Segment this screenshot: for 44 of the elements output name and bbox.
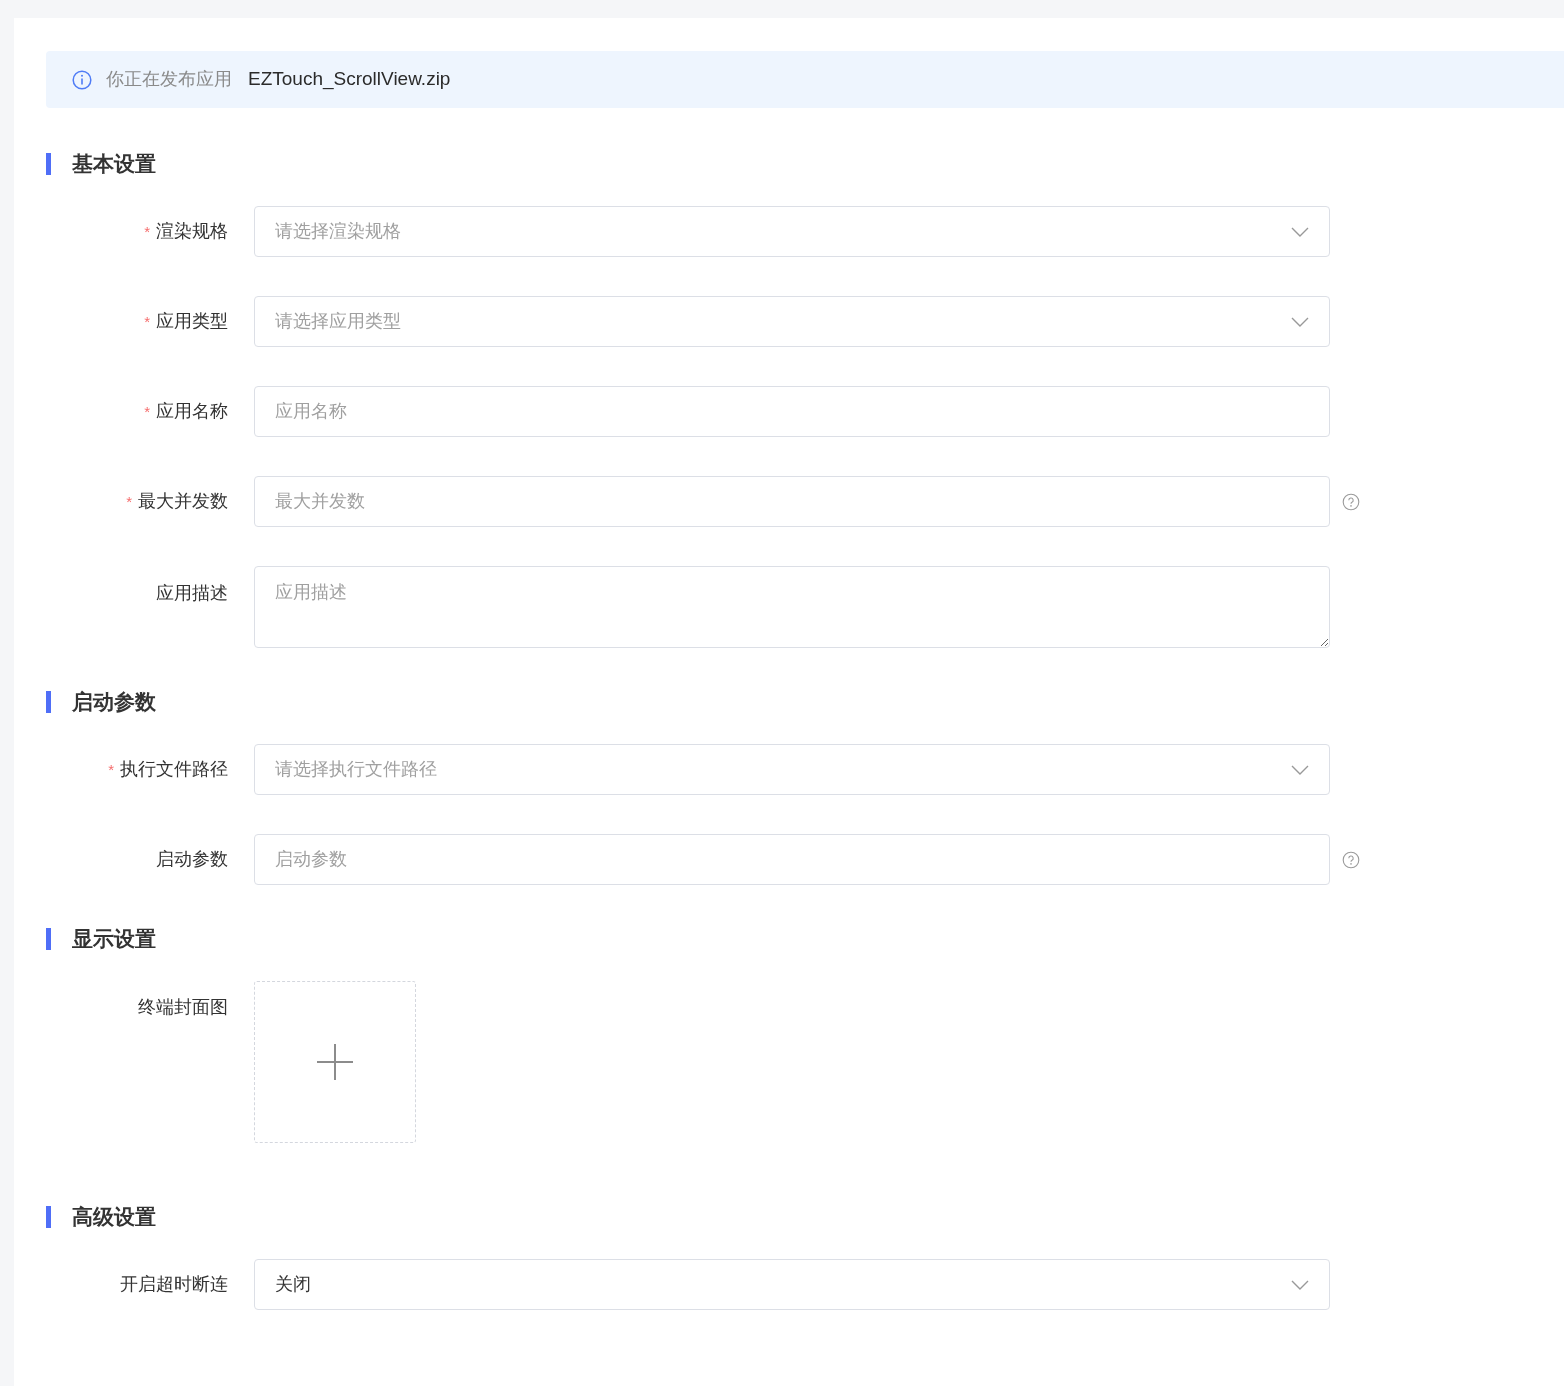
field-label: 启动参数	[156, 848, 228, 871]
required-asterisk: *	[144, 224, 150, 239]
select-value: 关闭	[275, 1273, 311, 1296]
section-marker	[46, 1206, 51, 1228]
plus-icon	[316, 1043, 354, 1081]
select-placeholder: 请选择执行文件路径	[275, 758, 437, 781]
field-label: 终端封面图	[138, 996, 228, 1019]
section-marker	[46, 691, 51, 713]
section-title: 基本设置	[72, 151, 156, 178]
section-title: 高级设置	[72, 1204, 156, 1231]
help-icon[interactable]	[1342, 850, 1360, 869]
chevron-down-icon	[1291, 764, 1309, 775]
help-icon[interactable]	[1342, 492, 1360, 511]
section-marker	[46, 928, 51, 950]
notice-text: 你正在发布应用	[106, 68, 232, 91]
field-label: 渲染规格	[156, 220, 228, 243]
field-label: 应用名称	[156, 400, 228, 423]
section-title: 显示设置	[72, 926, 156, 953]
select-field[interactable]: 请选择执行文件路径	[254, 744, 1330, 795]
field-label: 最大并发数	[138, 490, 228, 513]
select-placeholder: 请选择应用类型	[275, 310, 401, 333]
required-asterisk: *	[108, 762, 114, 777]
select-field[interactable]: 请选择应用类型	[254, 296, 1330, 347]
input-field[interactable]: 应用名称	[254, 386, 1330, 437]
input-field[interactable]: 最大并发数	[254, 476, 1330, 527]
required-asterisk: *	[126, 494, 132, 509]
chevron-down-icon	[1291, 226, 1309, 237]
required-asterisk: *	[144, 404, 150, 419]
chevron-down-icon	[1291, 316, 1309, 327]
required-asterisk: *	[144, 314, 150, 329]
file-name: EZTouch_ScrollView.zip	[248, 67, 451, 92]
section-marker	[46, 153, 51, 175]
select-field[interactable]: 关闭	[254, 1259, 1330, 1310]
field-label: 开启超时断连	[120, 1273, 228, 1296]
field-label: 应用描述	[156, 582, 228, 605]
chevron-down-icon	[1291, 1279, 1309, 1290]
field-label: 应用类型	[156, 310, 228, 333]
select-placeholder: 请选择渲染规格	[275, 220, 401, 243]
section-title: 启动参数	[72, 689, 156, 716]
field-label: 执行文件路径	[120, 758, 228, 781]
info-icon	[72, 69, 92, 90]
description-textarea[interactable]: 应用描述	[254, 566, 1330, 648]
input-field[interactable]: 启动参数	[254, 834, 1330, 885]
select-field[interactable]: 请选择渲染规格	[254, 206, 1330, 257]
